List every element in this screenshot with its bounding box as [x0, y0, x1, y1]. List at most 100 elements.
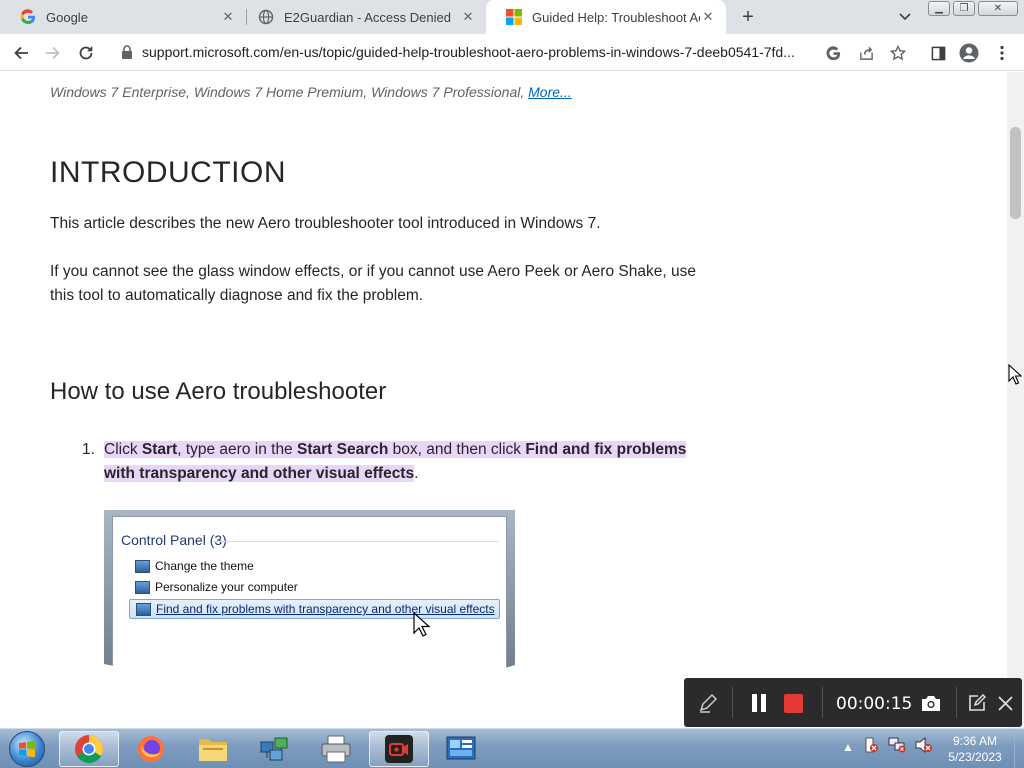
address-bar[interactable]: support.microsoft.com/en-us/topic/guided…	[110, 38, 918, 67]
tab-google[interactable]: Google ✕	[0, 0, 246, 34]
taskbar-firefox[interactable]	[121, 731, 181, 767]
how-to-heading: How to use Aero troubleshooter	[50, 378, 387, 405]
step-number: 1.	[82, 441, 95, 458]
tab-search-icon[interactable]	[896, 8, 914, 26]
screenshot-window: Control Panel (3) Change the theme Perso…	[112, 516, 507, 672]
bookmark-star-icon[interactable]	[888, 43, 908, 63]
step-text-part: Click	[104, 441, 142, 458]
pen-icon[interactable]	[696, 690, 720, 716]
divider	[213, 541, 499, 542]
vertical-scrollbar[interactable]	[1007, 72, 1024, 728]
reload-button[interactable]	[74, 41, 98, 65]
action-center-icon[interactable]	[863, 737, 879, 756]
back-button[interactable]	[9, 41, 33, 65]
start-search-bold: Start Search	[297, 441, 389, 458]
close-recorder-icon[interactable]	[994, 690, 1016, 716]
network-icon	[260, 737, 288, 761]
control-panel-icon	[135, 559, 150, 573]
url-text[interactable]: support.microsoft.com/en-us/topic/guided…	[142, 44, 832, 60]
divider	[822, 687, 823, 718]
close-tab-icon[interactable]: ✕	[700, 9, 716, 25]
network-tray-icon[interactable]	[888, 737, 906, 756]
taskbar-explorer[interactable]	[183, 731, 243, 767]
recording-timer: 00:00:15	[836, 694, 913, 714]
mouse-cursor-icon	[1008, 364, 1022, 385]
control-panel-icon	[136, 602, 151, 616]
screenshot-item: Change the theme	[135, 559, 254, 573]
taskbar-chrome[interactable]	[59, 731, 119, 767]
microsoft-icon	[506, 9, 522, 25]
close-window-button[interactable]: ✕	[978, 1, 1018, 16]
taskbar-printer[interactable]	[306, 731, 366, 767]
intro-heading: INTRODUCTION	[50, 156, 286, 189]
screenshot-item-selected: Find and fix problems with transparency …	[129, 599, 500, 619]
intro-paragraph: This article describes the new Aero trou…	[50, 215, 601, 232]
control-panel-screenshot: Control Panel (3) Change the theme Perso…	[104, 510, 515, 676]
screenshot-item: Personalize your computer	[135, 580, 298, 594]
minimize-button[interactable]: ▁	[928, 1, 950, 16]
screen-recorder-bar: 00:00:15	[684, 678, 1022, 727]
recorder-app-icon	[385, 735, 413, 763]
tab-guided-help[interactable]: Guided Help: Troubleshoot Aero ✕	[486, 0, 726, 34]
profile-avatar[interactable]	[957, 41, 981, 65]
taskbar-network-app[interactable]	[244, 731, 304, 767]
step-text-part: , type aero in the	[177, 441, 297, 458]
browser-toolbar: support.microsoft.com/en-us/topic/guided…	[0, 34, 1024, 71]
more-link[interactable]: More...	[528, 84, 572, 100]
step-text-part: box, and then click	[388, 441, 526, 458]
torn-edge	[104, 656, 515, 676]
taskbar-clock[interactable]: 9:36 AM 5/23/2023	[940, 733, 1010, 765]
forward-button[interactable]	[41, 41, 65, 65]
camera-icon[interactable]	[919, 690, 943, 716]
taskbar-recorder[interactable]	[369, 731, 429, 767]
start-button[interactable]	[2, 730, 52, 768]
restore-button[interactable]: ❐	[953, 1, 975, 16]
scrollbar-thumb[interactable]	[1010, 127, 1021, 219]
control-panel-icon	[135, 580, 150, 594]
description-paragraph: If you cannot see the glass window effec…	[50, 263, 696, 304]
applies-to-text: Windows 7 Enterprise, Windows 7 Home Pre…	[50, 84, 529, 100]
step-text: Click Start, type aero in the Start Sear…	[104, 438, 704, 486]
pointer-cursor-icon	[413, 612, 431, 637]
folder-icon	[199, 739, 227, 761]
tab-title: Google	[46, 9, 88, 25]
globe-icon	[258, 9, 274, 25]
google-translate-icon[interactable]	[823, 43, 843, 63]
windows-logo-icon	[9, 731, 45, 767]
divider	[956, 687, 957, 718]
close-tab-icon[interactable]: ✕	[460, 9, 476, 25]
tab-title: E2Guardian - Access Denied	[284, 9, 451, 25]
screenshot-item-label: Find and fix problems with transparency …	[156, 602, 495, 616]
show-desktop-button[interactable]	[1014, 729, 1024, 768]
volume-muted-icon[interactable]	[915, 736, 933, 756]
side-panel-icon[interactable]	[926, 41, 950, 65]
tab-e2guardian[interactable]: E2Guardian - Access Denied ✕	[238, 0, 486, 34]
control-panel-title: Control Panel (3)	[121, 532, 227, 548]
page-content: Windows 7 Enterprise, Windows 7 Home Pre…	[0, 72, 1007, 728]
divider	[732, 687, 733, 718]
window-controls: ▁ ❐ ✕	[928, 1, 1021, 16]
close-tab-icon[interactable]: ✕	[220, 9, 236, 25]
start-bold: Start	[141, 441, 178, 458]
new-tab-button[interactable]: +	[737, 6, 759, 28]
stop-button[interactable]	[781, 690, 805, 716]
chrome-icon	[75, 735, 103, 763]
applies-to-line: Windows 7 Enterprise, Windows 7 Home Pre…	[50, 84, 572, 100]
system-tray: ▲	[842, 736, 942, 756]
taskbar-control-panel[interactable]	[431, 731, 491, 767]
printer-icon	[321, 735, 351, 763]
screenshot-item-label: Change the theme	[155, 559, 254, 573]
edit-icon[interactable]	[966, 690, 988, 716]
google-icon	[20, 9, 36, 25]
menu-kebab-icon[interactable]	[990, 41, 1014, 65]
lock-icon[interactable]	[120, 44, 134, 60]
tab-strip: Google ✕ E2Guardian - Access Denied ✕ Gu…	[0, 0, 1024, 34]
tab-title: Guided Help: Troubleshoot Aero	[532, 9, 700, 25]
clock-date: 5/23/2023	[948, 750, 1002, 764]
pause-button[interactable]	[748, 690, 770, 716]
firefox-icon	[138, 736, 164, 762]
clock-time: 9:36 AM	[952, 734, 998, 748]
tray-expand-icon[interactable]: ▲	[842, 740, 854, 754]
share-icon[interactable]	[856, 43, 876, 63]
step-text-part: .	[414, 465, 419, 482]
